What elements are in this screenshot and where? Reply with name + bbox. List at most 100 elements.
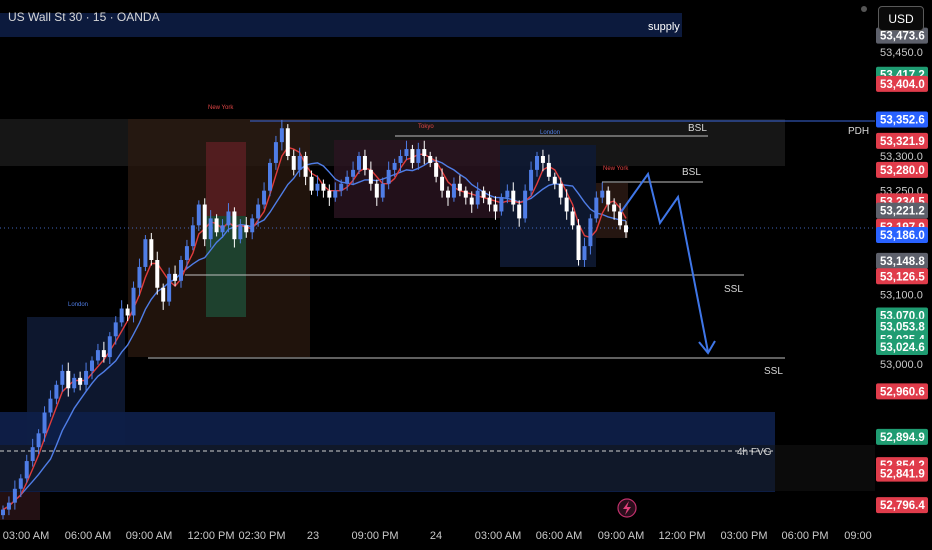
price-badge: 52,796.4 [876, 497, 928, 514]
price-axis[interactable]: 53,450.053,300.053,250.053,100.053,000.0… [875, 0, 932, 520]
time-tick-label: 09:00 AM [126, 530, 172, 542]
time-tick-label: 06:00 AM [65, 530, 111, 542]
projection-path [620, 171, 709, 353]
candle-body [540, 156, 545, 163]
price-badge-label: 52,841.9 [880, 469, 925, 481]
candle-body [101, 350, 106, 358]
candle-body [220, 225, 225, 233]
price-badge-label: 52,960.6 [880, 386, 925, 398]
candle-body [594, 197, 599, 219]
candle-body [214, 218, 219, 233]
price-badge-label: 53,321.9 [880, 136, 925, 148]
candle-body [78, 377, 83, 385]
price-badge-label: 53,352.6 [880, 115, 925, 127]
candle-body [457, 183, 462, 191]
time-tick-label: 12:00 PM [187, 530, 234, 542]
candle-body [232, 211, 237, 240]
candle-body [392, 162, 397, 170]
candle-body [552, 176, 557, 184]
candle-body [315, 183, 320, 191]
candle-body [285, 128, 290, 156]
candle-body [564, 197, 569, 212]
time-tick-label: 06:00 AM [536, 530, 582, 542]
projection-arrow [620, 171, 716, 355]
candle-body [523, 190, 528, 219]
candle-body [321, 183, 326, 191]
fvg-4h-inner [0, 445, 932, 491]
candle-body [398, 156, 403, 163]
candle-body [190, 225, 195, 247]
lightning-icon[interactable] [617, 498, 637, 518]
candle-body [161, 287, 166, 302]
price-badge: 53,352.6 [876, 111, 928, 128]
ssl-label-1: SSL [724, 284, 743, 295]
candle-body [18, 478, 23, 489]
candle-body [291, 156, 296, 170]
candle-body [12, 488, 17, 503]
price-badge: 53,221.2 [876, 202, 928, 219]
time-tick-label: 12:00 PM [658, 530, 705, 542]
candle-body [107, 336, 112, 358]
price-badge: 52,841.9 [876, 465, 928, 482]
candle-body [600, 190, 605, 198]
settings-dot-icon[interactable] [861, 6, 867, 12]
candle-body [155, 260, 160, 288]
price-badge-label: 53,186.0 [880, 230, 925, 242]
candle-body [24, 461, 29, 479]
candle-body [511, 190, 516, 205]
time-tick-label: 03:00 PM [720, 530, 767, 542]
candle-body [624, 225, 628, 233]
bsl-label-1: BSL [688, 123, 707, 134]
candle-body [404, 149, 409, 156]
candle-body [303, 156, 308, 177]
candle-body [30, 447, 35, 462]
candle-body [125, 308, 130, 316]
candle-body [196, 204, 201, 226]
candle-body [493, 204, 498, 212]
candle-body [529, 169, 534, 191]
price-badge-label: 52,894.9 [880, 432, 925, 444]
session-label-london-2: London [540, 130, 560, 136]
candlestick-chart[interactable]: supply New York Tokyo London New York Lo… [0, 0, 932, 550]
candle-body [268, 162, 272, 191]
candle-body [238, 225, 243, 240]
fvg-4h-label: 4h FVG [737, 447, 772, 458]
currency-button[interactable]: USD [878, 6, 924, 31]
candle-body [149, 239, 154, 260]
time-axis[interactable]: 03:00 AM 06:00 AM 09:00 AM 12:00 PM 02:30 PM… [3, 530, 872, 542]
candle-body [368, 169, 373, 184]
candle-body [244, 225, 249, 233]
price-badge-label: 52,796.4 [880, 500, 925, 512]
time-tick-label: 03:00 AM [475, 530, 521, 542]
price-badge: 53,148.8 [876, 252, 928, 269]
candle-body [309, 176, 314, 191]
candle-body [256, 204, 261, 219]
price-badge-label: 53,404.0 [880, 79, 925, 91]
candle-body [357, 156, 361, 170]
candle-body [570, 211, 575, 226]
candle-body [279, 128, 284, 143]
price-tick-label: 53,450.0 [880, 47, 923, 59]
candle-body [131, 287, 136, 316]
candle-body [362, 156, 367, 170]
candle-body [36, 433, 41, 448]
price-badge-label: 53,126.5 [880, 271, 925, 283]
candle-body [588, 218, 593, 247]
candle-body [428, 156, 433, 163]
ssl-label-2: SSL [764, 366, 783, 377]
candle-body [505, 190, 510, 198]
candle-body [499, 197, 504, 212]
time-tick-label: 09:00 AM [598, 530, 644, 542]
candle-body [582, 246, 587, 260]
session-label-newyork-2: New York [603, 166, 629, 172]
time-tick-label: 24 [430, 530, 442, 542]
session-label-newyork-1: New York [208, 105, 234, 111]
time-tick-label: 23 [307, 530, 319, 542]
candle-body [374, 183, 379, 198]
candle-body [72, 377, 77, 389]
symbol-title: US Wall St 30 · 15 · OANDA [8, 10, 160, 24]
candle-body [1, 509, 5, 516]
candle-body [184, 246, 189, 260]
bsl-label-2: BSL [682, 167, 701, 178]
candle-body [6, 502, 11, 510]
